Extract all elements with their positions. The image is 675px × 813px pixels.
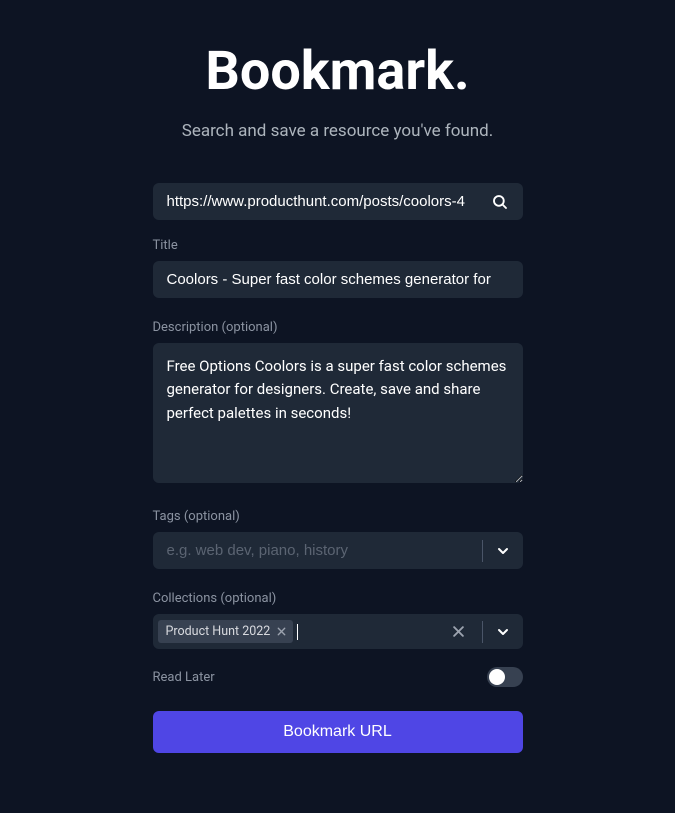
collection-chip-label: Product Hunt 2022 <box>166 624 271 639</box>
read-later-toggle[interactable] <box>487 667 523 687</box>
close-icon <box>276 626 287 637</box>
collections-controls <box>470 621 523 643</box>
url-input[interactable] <box>153 183 477 220</box>
url-row <box>153 183 523 220</box>
separator <box>482 540 483 562</box>
title-input[interactable] <box>153 261 523 298</box>
toggle-knob <box>489 669 505 685</box>
tags-dropdown-button[interactable] <box>495 543 511 559</box>
separator <box>482 621 483 643</box>
tags-combo <box>153 532 523 569</box>
collections-combo: Product Hunt 2022 <box>153 614 523 649</box>
title-label: Title <box>153 238 523 253</box>
chip-remove-button[interactable] <box>276 626 287 637</box>
chevron-down-icon <box>495 624 511 640</box>
close-icon <box>451 624 466 639</box>
description-textarea[interactable] <box>153 343 523 483</box>
collections-input[interactable] <box>298 619 450 644</box>
collections-dropdown-button[interactable] <box>495 624 511 640</box>
collection-chip: Product Hunt 2022 <box>158 620 294 643</box>
search-button[interactable] <box>477 183 523 220</box>
page-title: Bookmark. <box>205 40 469 103</box>
bookmark-form: Title Description (optional) Tags (optio… <box>153 183 523 753</box>
search-icon <box>491 193 509 211</box>
tags-controls <box>470 540 523 562</box>
collections-label: Collections (optional) <box>153 591 523 606</box>
chevron-down-icon <box>495 543 511 559</box>
read-later-row: Read Later <box>153 667 523 687</box>
tags-input[interactable] <box>153 532 470 569</box>
read-later-label: Read Later <box>153 670 215 685</box>
page-subtitle: Search and save a resource you've found. <box>182 121 494 141</box>
tags-label: Tags (optional) <box>153 509 523 524</box>
bookmark-url-button[interactable]: Bookmark URL <box>153 711 523 753</box>
description-label: Description (optional) <box>153 320 523 335</box>
collections-clear-button[interactable] <box>451 624 470 639</box>
